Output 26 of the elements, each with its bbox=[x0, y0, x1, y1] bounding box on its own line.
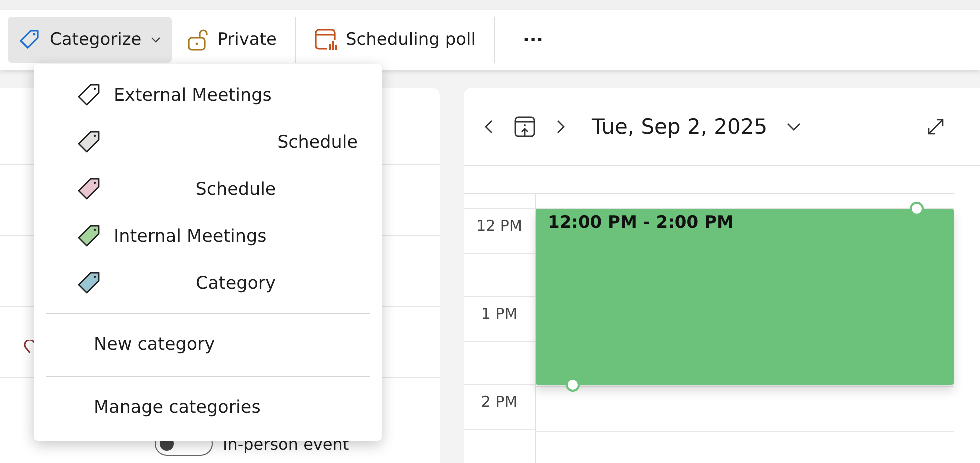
unlock-icon bbox=[186, 28, 210, 52]
menu-item[interactable]: New category bbox=[46, 320, 370, 370]
hour-label: 1 PM bbox=[481, 305, 518, 323]
menu-item[interactable]: Manage categories bbox=[46, 383, 370, 433]
toolbar-button[interactable]: Categorize bbox=[8, 17, 172, 63]
today-icon[interactable] bbox=[514, 116, 536, 138]
event-time: 12:00 PM - 2:00 PM bbox=[548, 213, 734, 233]
toolbar-button[interactable]: Scheduling poll bbox=[304, 17, 486, 63]
hour-label: 12 PM bbox=[476, 217, 522, 235]
category-item[interactable]: Schedule bbox=[46, 119, 370, 166]
chevron-down-icon[interactable] bbox=[786, 120, 802, 132]
category-item[interactable]: Category bbox=[46, 260, 370, 307]
calendar-event[interactable]: 12:00 PM - 2:00 PM bbox=[536, 209, 954, 385]
tag-icon bbox=[76, 82, 102, 108]
tag-icon bbox=[18, 28, 42, 52]
date-picker-button[interactable]: Tue, Sep 2, 2025 bbox=[592, 114, 768, 138]
toolbar-button[interactable]: Private bbox=[176, 17, 287, 63]
category-item[interactable]: Internal Meetings bbox=[46, 213, 370, 260]
calendar-chart-icon bbox=[314, 28, 338, 52]
category-item[interactable]: Schedule bbox=[46, 166, 370, 213]
toggle-label: In-person event bbox=[223, 434, 350, 454]
category-item[interactable]: External Meetings bbox=[46, 72, 370, 119]
expand-icon[interactable] bbox=[928, 118, 944, 134]
toolbar-button[interactable]: ··· bbox=[502, 17, 564, 63]
hour-label: 2 PM bbox=[481, 393, 518, 411]
resize-handle[interactable] bbox=[910, 202, 924, 216]
